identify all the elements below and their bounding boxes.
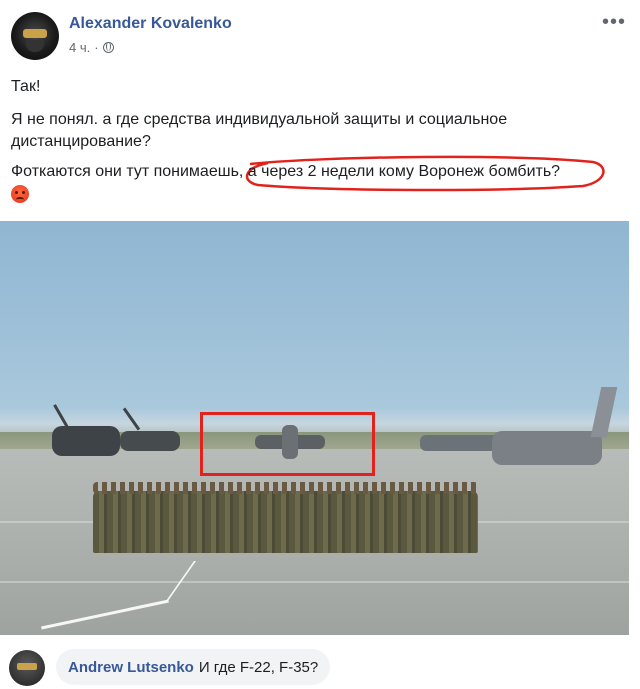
- avatar-visor: [23, 29, 47, 38]
- aircraft-right: [420, 435, 500, 451]
- post-photo[interactable]: [0, 221, 629, 635]
- comment-author-name[interactable]: Andrew Lutsenko: [68, 659, 194, 676]
- highlighted-text: а через 2 недели кому Воронеж бомбить?: [247, 163, 561, 180]
- post-timestamp[interactable]: 4 ч.: [69, 40, 90, 55]
- osprey-aircraft: [120, 431, 180, 451]
- c130-aircraft: [492, 431, 602, 465]
- angry-face-icon: [11, 185, 29, 203]
- apron-seam: [0, 581, 629, 583]
- post-line-3-prefix: Фоткаются они тут понимаешь,: [11, 163, 248, 180]
- post-text: Так! Я не понял. а где средства индивиду…: [11, 76, 626, 210]
- author-avatar[interactable]: [11, 12, 59, 60]
- post-line-2: Я не понял. а где средства индивидуально…: [11, 111, 508, 150]
- c130-tail: [590, 387, 618, 437]
- commenter-avatar[interactable]: [9, 650, 45, 686]
- facebook-post: Alexander Kovalenko 4 ч. · ••• Так! Я не…: [0, 0, 640, 689]
- more-options-button[interactable]: •••: [602, 11, 626, 34]
- rotor-blade: [122, 407, 141, 431]
- dot-separator: ·: [94, 40, 99, 55]
- comment-text: И где F-22, F-35?: [198, 658, 319, 676]
- post-meta: 4 ч. ·: [69, 40, 114, 55]
- soldiers-group: [93, 482, 478, 553]
- osprey-aircraft-left: [52, 426, 120, 456]
- post-author-name[interactable]: Alexander Kovalenko: [69, 15, 232, 33]
- comment-bubble: Andrew Lutsenko И где F-22, F-35?: [56, 649, 331, 685]
- red-highlight-box: [200, 412, 375, 476]
- comment: Andrew Lutsenko И где F-22, F-35?: [0, 646, 640, 689]
- post-line-1: Так!: [11, 78, 41, 95]
- post-line-3: Фоткаются они тут понимаешь, а через 2 н…: [11, 155, 626, 192]
- avatar-mask: [26, 40, 44, 52]
- globe-icon[interactable]: [102, 42, 114, 53]
- highlighted-phrase: а через 2 недели кому Воронеж бомбить?: [245, 155, 605, 192]
